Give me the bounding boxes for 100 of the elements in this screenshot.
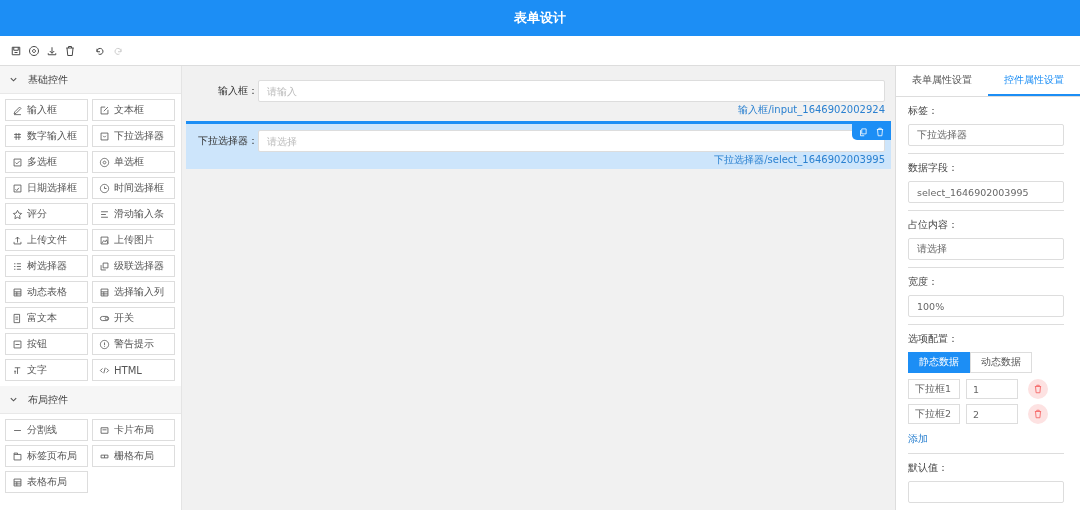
delete-button[interactable] <box>1028 379 1048 399</box>
radio-icon <box>99 156 110 168</box>
palette-item[interactable]: 下拉选择器 <box>92 125 175 147</box>
palette-item[interactable]: 时间选择框 <box>92 177 175 199</box>
palette-item[interactable]: HTML <box>92 359 175 381</box>
upload-icon <box>12 234 23 246</box>
field-caption: 下拉选择器/select_1646902003995 <box>713 153 885 167</box>
palette-item[interactable]: 文字 <box>5 359 88 381</box>
palette-item[interactable]: 卡片布局 <box>92 419 175 441</box>
item-label: 输入框 <box>27 103 57 117</box>
item-label: 分割线 <box>27 423 57 437</box>
palette-item[interactable]: 评分 <box>5 203 88 225</box>
palette-item[interactable]: 动态表格 <box>5 281 88 303</box>
delete-icon <box>1033 409 1043 419</box>
item-label: 表格布局 <box>27 475 67 489</box>
input-field[interactable]: 100% <box>908 295 1064 317</box>
save-icon[interactable] <box>10 44 22 57</box>
palette-item[interactable]: 警告提示 <box>92 333 175 355</box>
group-header[interactable]: 基础控件 <box>0 66 181 94</box>
form-item[interactable]: 输入框： 请输入 输入框/input_1646902002924 <box>186 71 891 119</box>
input-field[interactable]: select_1646902003995 <box>908 181 1064 203</box>
input-field[interactable] <box>908 481 1064 503</box>
item-label: 级联选择器 <box>114 259 164 273</box>
item-label: 标签页布局 <box>27 449 77 463</box>
item-label: 警告提示 <box>114 337 154 351</box>
card-icon <box>99 424 110 436</box>
property-label: 标签： <box>908 104 939 118</box>
palette-item[interactable]: 级联选择器 <box>92 255 175 277</box>
table-icon <box>99 286 110 298</box>
palette-item[interactable]: 滑动输入条 <box>92 203 175 225</box>
type-icon <box>12 364 23 376</box>
field-caption: 输入框/input_1646902002924 <box>737 103 885 117</box>
item-label: 按钮 <box>27 337 47 351</box>
item-label: 多选框 <box>27 155 57 169</box>
palette-item[interactable]: 数字输入框 <box>5 125 88 147</box>
item-label: 上传图片 <box>114 233 154 247</box>
input-field[interactable]: 下拉选择器 <box>908 124 1064 146</box>
item-label: 上传文件 <box>27 233 67 247</box>
property-label: 数据字段： <box>908 161 959 175</box>
palette-item[interactable]: 单选框 <box>92 151 175 173</box>
copy-icon[interactable] <box>858 127 868 137</box>
input-field[interactable]: 下拉框1 <box>908 379 960 399</box>
item-label: 文本框 <box>114 103 144 117</box>
document-icon <box>12 312 23 324</box>
download-icon[interactable] <box>46 44 58 57</box>
delete-icon[interactable] <box>64 44 76 57</box>
selected-form-item[interactable]: 下拉选择器： 请选择 下拉选择器/select_1646902003995 <box>186 121 891 169</box>
minus-box-icon <box>12 338 23 350</box>
item-label: 开关 <box>114 311 134 325</box>
palette-item[interactable]: 富文本 <box>5 307 88 329</box>
palette-item[interactable]: 日期选择框 <box>5 177 88 199</box>
item-label: 动态表格 <box>27 285 67 299</box>
input-field[interactable]: 请输入 <box>258 80 885 102</box>
input-field[interactable]: 请选择 <box>908 238 1064 260</box>
palette-item[interactable]: 分割线 <box>5 419 88 441</box>
palette-item[interactable]: 输入框 <box>5 99 88 121</box>
alert-icon <box>99 338 110 350</box>
palette-item[interactable]: 上传图片 <box>92 229 175 251</box>
page-title: 表单设计 <box>514 9 566 27</box>
input-field[interactable]: 下拉框2 <box>908 404 960 424</box>
input-field[interactable]: 请选择 <box>258 130 885 152</box>
item-label: 评分 <box>27 207 47 221</box>
palette-item[interactable]: 树选择器 <box>5 255 88 277</box>
item-label: 卡片布局 <box>114 423 154 437</box>
input-field[interactable]: 1 <box>966 379 1018 399</box>
tab[interactable]: 表单属性设置 <box>896 66 988 96</box>
palette-item[interactable]: 栅格布局 <box>92 445 175 467</box>
segment-button[interactable]: 动态数据 <box>970 352 1032 373</box>
item-label: 数字输入框 <box>27 129 77 143</box>
item-label: 滑动输入条 <box>114 207 164 221</box>
add-link[interactable]: 添加 <box>908 432 928 446</box>
star-icon <box>12 208 23 220</box>
input-field[interactable]: 2 <box>966 404 1018 424</box>
tab[interactable]: 控件属性设置 <box>988 66 1080 96</box>
delete-button[interactable] <box>1028 404 1048 424</box>
clock-icon <box>99 182 110 194</box>
palette-item[interactable]: 选择输入列 <box>92 281 175 303</box>
property-label: 选项配置： <box>908 332 959 346</box>
item-label: 栅格布局 <box>114 449 154 463</box>
palette-item[interactable]: 按钮 <box>5 333 88 355</box>
palette-item[interactable]: 标签页布局 <box>5 445 88 467</box>
palette-item[interactable]: 表格布局 <box>5 471 88 493</box>
edit-box-icon <box>99 104 110 116</box>
item-label: 富文本 <box>27 311 57 325</box>
property-label: 宽度： <box>908 275 939 289</box>
table-icon <box>12 476 23 488</box>
palette-item[interactable]: 多选框 <box>5 151 88 173</box>
item-label: HTML <box>114 364 142 376</box>
copy-icon <box>99 260 110 272</box>
delete-icon <box>1033 384 1043 394</box>
item-label: 树选择器 <box>27 259 67 273</box>
group-header[interactable]: 布局控件 <box>0 386 181 414</box>
list-icon <box>12 260 23 272</box>
lines-icon <box>99 208 110 220</box>
palette-item[interactable]: 上传文件 <box>5 229 88 251</box>
palette-item[interactable]: 开关 <box>92 307 175 329</box>
palette-item[interactable]: 文本框 <box>92 99 175 121</box>
checkbox-icon <box>12 156 23 168</box>
property-label: 默认值： <box>908 461 949 475</box>
item-label: 日期选择框 <box>27 181 77 195</box>
